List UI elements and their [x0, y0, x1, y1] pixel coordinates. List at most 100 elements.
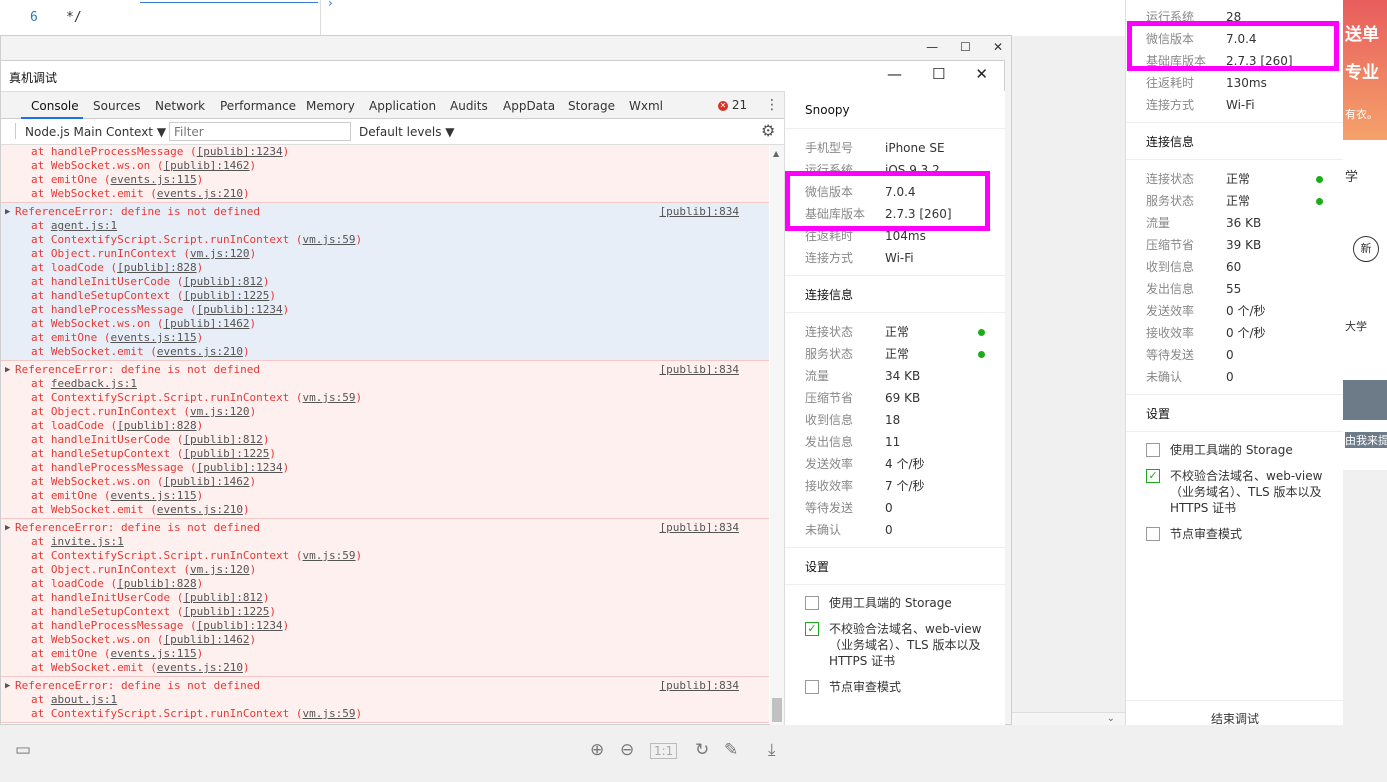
- setting-option[interactable]: 节点审查模式: [785, 679, 985, 695]
- checkbox-checked-icon[interactable]: ✓: [1146, 469, 1160, 483]
- pencil-icon[interactable]: ✎: [724, 740, 738, 760]
- outer-minimize-icon[interactable]: —: [926, 40, 938, 54]
- stack-link[interactable]: events.js:210: [157, 187, 243, 200]
- error-message[interactable]: ▶ ReferenceError: define is not defined: [1, 679, 769, 693]
- tab-console[interactable]: Console: [31, 99, 79, 113]
- error-message[interactable]: ▶ ReferenceError: define is not defined: [1, 521, 769, 535]
- stack-link[interactable]: [publib]:828: [117, 261, 196, 274]
- stack-link[interactable]: vm.js:59: [303, 233, 356, 246]
- stack-link[interactable]: [publib]:812: [183, 433, 262, 446]
- chevron-down-icon[interactable]: ⌄: [1012, 712, 1125, 725]
- stack-link[interactable]: [publib]:1225: [183, 447, 269, 460]
- scroll-up-icon[interactable]: ▲: [773, 149, 779, 158]
- download-icon[interactable]: ⤓: [768, 740, 776, 760]
- tab-audits[interactable]: Audits: [450, 99, 488, 113]
- setting-option[interactable]: 节点审查模式: [1126, 526, 1326, 542]
- log-entry[interactable]: ▶ ReferenceError: define is not defined [p…: [1, 203, 769, 361]
- stack-link[interactable]: events.js:115: [110, 647, 196, 660]
- outer-close-icon[interactable]: ✕: [993, 40, 1003, 54]
- maximize-icon[interactable]: ☐: [932, 65, 945, 83]
- expand-triangle-icon[interactable]: ▶: [5, 679, 10, 693]
- expand-triangle-icon[interactable]: ▶: [5, 521, 10, 535]
- error-count-badge[interactable]: ✕ 21: [718, 98, 747, 112]
- stack-link[interactable]: [publib]:1462: [163, 633, 249, 646]
- stack-link[interactable]: events.js:115: [110, 331, 196, 344]
- console-scrollbar[interactable]: ▲: [770, 145, 784, 726]
- stack-text: at WebSocket.emit (: [31, 345, 157, 358]
- tab-appdata[interactable]: AppData: [503, 99, 555, 113]
- log-entry[interactable]: ▶ ReferenceError: define is not defined [p…: [1, 361, 769, 519]
- layout-icon[interactable]: ▭: [15, 740, 31, 760]
- checkbox-icon[interactable]: [1146, 527, 1160, 541]
- stack-link[interactable]: [publib]:1234: [197, 461, 283, 474]
- stack-link[interactable]: [publib]:1462: [163, 317, 249, 330]
- tab-sources[interactable]: Sources: [93, 99, 140, 113]
- expand-triangle-icon[interactable]: ▶: [5, 363, 10, 377]
- checkbox-icon[interactable]: [1146, 443, 1160, 457]
- rotate-icon[interactable]: ↻: [695, 740, 709, 760]
- stack-link[interactable]: vm.js:59: [303, 707, 356, 720]
- stack-link[interactable]: [publib]:1225: [183, 605, 269, 618]
- more-options-icon[interactable]: ⋮: [765, 97, 779, 113]
- stack-link[interactable]: [publib]:1462: [163, 475, 249, 488]
- error-message[interactable]: ▶ ReferenceError: define is not defined: [1, 363, 769, 377]
- context-select[interactable]: Node.js Main Context ▼: [25, 125, 166, 139]
- filter-input[interactable]: [169, 122, 351, 141]
- stack-link[interactable]: [publib]:1225: [183, 289, 269, 302]
- stack-link[interactable]: about.js:1: [51, 693, 117, 706]
- outer-maximize-icon[interactable]: ☐: [960, 40, 971, 54]
- stack-link[interactable]: feedback.js:1: [51, 377, 137, 390]
- stack-link[interactable]: agent.js:1: [51, 219, 117, 232]
- log-entry[interactable]: ▶ ReferenceError: define is not defined [p…: [1, 519, 769, 677]
- stack-link[interactable]: [publib]:1462: [163, 159, 249, 172]
- tab-network[interactable]: Network: [155, 99, 205, 113]
- stack-link[interactable]: events.js:115: [110, 173, 196, 186]
- scroll-thumb[interactable]: [772, 698, 782, 722]
- source-link[interactable]: [publib]:834: [660, 521, 739, 535]
- setting-option[interactable]: ✓ 不校验合法域名、web-view（业务域名）、TLS 版本以及 HTTPS 证…: [1126, 468, 1326, 516]
- log-levels-select[interactable]: Default levels ▼: [359, 125, 455, 139]
- tab-wxml[interactable]: Wxml: [629, 99, 663, 113]
- stack-link[interactable]: [publib]:1234: [197, 303, 283, 316]
- tab-performance[interactable]: Performance: [220, 99, 296, 113]
- checkbox-icon[interactable]: [805, 680, 819, 694]
- stack-link[interactable]: events.js:115: [110, 489, 196, 502]
- chevron-right-icon[interactable]: ›: [328, 0, 333, 10]
- zoom-out-icon[interactable]: ⊖: [620, 740, 634, 760]
- source-link[interactable]: [publib]:834: [660, 679, 739, 693]
- checkbox-icon[interactable]: [805, 596, 819, 610]
- gear-icon[interactable]: ⚙: [761, 121, 775, 140]
- stack-link[interactable]: events.js:210: [157, 503, 243, 516]
- tab-storage[interactable]: Storage: [568, 99, 615, 113]
- zoom-in-icon[interactable]: ⊕: [590, 740, 604, 760]
- tab-application[interactable]: Application: [369, 99, 436, 113]
- error-message[interactable]: ▶ ReferenceError: define is not defined: [1, 205, 769, 219]
- stack-link[interactable]: [publib]:1234: [197, 145, 283, 158]
- stack-link[interactable]: [publib]:1234: [197, 619, 283, 632]
- setting-option[interactable]: ✓ 不校验合法域名、web-view（业务域名）、TLS 版本以及 HTTPS 证…: [785, 621, 985, 669]
- stack-link[interactable]: [publib]:828: [117, 419, 196, 432]
- stack-link[interactable]: vm.js:59: [303, 549, 356, 562]
- source-link[interactable]: [publib]:834: [660, 363, 739, 377]
- stack-link[interactable]: vm.js:120: [190, 247, 250, 260]
- expand-triangle-icon[interactable]: ▶: [5, 205, 10, 219]
- stack-link[interactable]: [publib]:812: [183, 275, 262, 288]
- stack-link[interactable]: [publib]:828: [117, 577, 196, 590]
- stack-link[interactable]: vm.js:120: [190, 405, 250, 418]
- minimize-icon[interactable]: —: [887, 65, 902, 83]
- stack-link[interactable]: [publib]:812: [183, 591, 262, 604]
- stack-link[interactable]: vm.js:59: [303, 391, 356, 404]
- log-entry[interactable]: ▶ ReferenceError: define is not defined [p…: [1, 677, 769, 723]
- setting-option[interactable]: 使用工具端的 Storage: [785, 595, 985, 611]
- stack-link[interactable]: events.js:210: [157, 661, 243, 674]
- stack-link[interactable]: vm.js:120: [190, 563, 250, 576]
- source-link[interactable]: [publib]:834: [660, 205, 739, 219]
- stack-link[interactable]: events.js:210: [157, 345, 243, 358]
- actual-size-icon[interactable]: 1:1: [650, 743, 678, 759]
- end-debug-button[interactable]: 结束调试: [1126, 700, 1344, 726]
- tab-memory[interactable]: Memory: [306, 99, 355, 113]
- checkbox-checked-icon[interactable]: ✓: [805, 622, 819, 636]
- stack-link[interactable]: invite.js:1: [51, 535, 124, 548]
- setting-option[interactable]: 使用工具端的 Storage: [1126, 442, 1326, 458]
- close-icon[interactable]: ✕: [975, 65, 988, 83]
